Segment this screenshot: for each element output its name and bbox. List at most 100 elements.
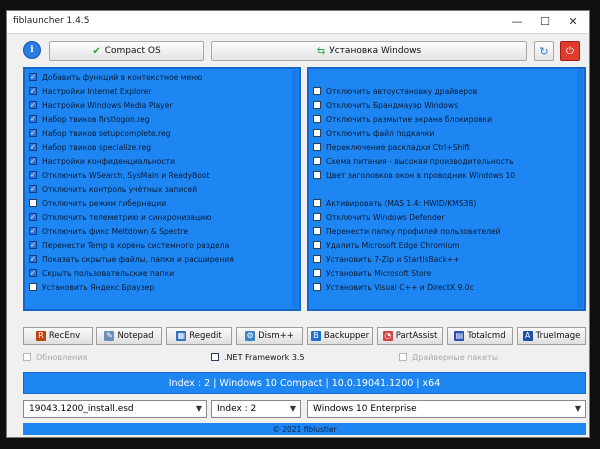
right-item[interactable]: Отключить Windows Defender <box>313 211 445 223</box>
left-item[interactable]: ✓ Настройки Internet Explorer <box>29 85 151 97</box>
checkbox-icon[interactable]: ✓ <box>29 143 37 151</box>
right-item[interactable]: Переключение раскладки Ctrl+Shift <box>313 141 470 153</box>
right-item[interactable]: Отключить файл подкачки <box>313 127 434 139</box>
checkbox-icon[interactable] <box>313 241 321 249</box>
checkbox-icon[interactable]: ✓ <box>29 255 37 263</box>
checkbox-icon[interactable]: ✓ <box>29 185 37 193</box>
checkbox-icon[interactable]: ✓ <box>29 101 37 109</box>
minimize-icon[interactable]: — <box>503 13 531 31</box>
right-scrollbar[interactable] <box>577 70 583 308</box>
left-item[interactable]: Отключить режим гибернации <box>29 197 166 209</box>
right-item[interactable]: Отключить размытие экрана блокировки <box>313 113 492 125</box>
totalcmd-button[interactable]: ▤ Totalcmd <box>447 327 513 345</box>
right-item[interactable]: Удалить Microsoft Edge Chromium <box>313 239 460 251</box>
checkbox-icon[interactable]: ✓ <box>29 157 37 165</box>
checkbox-icon[interactable] <box>313 115 321 123</box>
checkbox-icon[interactable] <box>313 171 321 179</box>
checkbox-icon[interactable]: ✓ <box>29 227 37 235</box>
right-item[interactable]: Цвет заголовков окон в проводник Windows… <box>313 169 515 181</box>
checkbox-icon[interactable] <box>211 353 219 361</box>
right-item[interactable]: Отключить Брандмауэр Windows <box>313 99 458 111</box>
checkbox-icon[interactable] <box>29 199 37 207</box>
info-button[interactable]: i <box>23 41 41 59</box>
left-item[interactable]: ✓ Настройки конфиденциальности <box>29 155 175 167</box>
install-icon: ⇆ <box>316 45 326 57</box>
checkbox-icon[interactable]: ✓ <box>29 87 37 95</box>
checkbox-icon[interactable] <box>313 283 321 291</box>
recenv-icon: R <box>35 331 46 341</box>
power-button[interactable]: ⏻ <box>560 41 580 61</box>
dism-button[interactable]: ⚙ Dism++ <box>236 327 303 345</box>
left-item[interactable]: ✓ Отключить контроль учётных записей <box>29 183 197 195</box>
checkbox-icon[interactable]: ✓ <box>29 241 37 249</box>
install-windows-button[interactable]: ⇆ Установка Windows <box>211 41 527 61</box>
checkbox-icon[interactable]: ✓ <box>29 73 37 81</box>
right-item[interactable]: Схема питания - высокая производительнос… <box>313 155 514 167</box>
checkbox-icon[interactable] <box>313 213 321 221</box>
checkbox-icon[interactable]: ✓ <box>29 269 37 277</box>
recenv-button[interactable]: R RecEnv <box>23 327 93 345</box>
checkmark-icon: ✔ <box>92 45 101 57</box>
checkbox-icon[interactable]: ✓ <box>29 213 37 221</box>
left-item[interactable]: ✓ Отключить фикс Meltdown & Spectre <box>29 225 188 237</box>
power-icon: ⏻ <box>566 45 574 57</box>
close-icon[interactable]: ✕ <box>559 13 587 31</box>
checkbox-icon[interactable] <box>313 157 321 165</box>
right-item[interactable]: Перенести папку профилей пользователей <box>313 225 501 237</box>
trueimage-icon: A <box>522 331 533 341</box>
notepad-icon: ✎ <box>104 331 115 341</box>
backupper-button[interactable]: B Backupper <box>307 327 373 345</box>
maximize-icon[interactable]: ☐ <box>531 13 559 31</box>
option-drivers[interactable]: Драйверные пакеты <box>399 351 498 363</box>
checkbox-icon[interactable] <box>399 353 407 361</box>
info-icon: i <box>30 45 34 55</box>
right-item[interactable]: Установить Visual C++ и DirectX 9.0c <box>313 281 474 293</box>
left-item[interactable]: ✓ Набор твиков firstlogon.reg <box>29 113 150 125</box>
option-netfx[interactable]: .NET Framework 3.5 <box>211 351 305 363</box>
partassist-button[interactable]: ◔ PartAssist <box>377 327 443 345</box>
left-item[interactable]: ✓ Перенести Temp в корень системного разд… <box>29 239 229 251</box>
chevron-down-icon: ▼ <box>289 404 296 413</box>
left-item[interactable]: ✓ Отключить телеметрию и синхронизацию <box>29 211 211 223</box>
checkbox-icon[interactable]: ✓ <box>29 171 37 179</box>
right-item[interactable]: Активировать (MAS 1.4: HWID/KMS38) <box>313 197 476 209</box>
checkbox-icon[interactable] <box>313 143 321 151</box>
checkbox-icon[interactable] <box>29 283 37 291</box>
right-item[interactable]: Установить 7-Zip и StartIsBack++ <box>313 253 460 265</box>
dism-icon: ⚙ <box>245 331 256 341</box>
left-item[interactable]: ✓ Набор твиков setupcomplete.reg <box>29 127 170 139</box>
left-item[interactable]: ✓ Показать скрытые файлы, папки и расшире… <box>29 253 234 265</box>
checkbox-icon[interactable] <box>313 255 321 263</box>
checkbox-icon[interactable] <box>313 87 321 95</box>
left-item[interactable]: ✓ Набор твиков specialize.reg <box>29 141 151 153</box>
notepad-button[interactable]: ✎ Notepad <box>96 327 162 345</box>
edition-select[interactable]: Windows 10 Enterprise ▼ <box>307 400 586 418</box>
checkbox-icon[interactable] <box>313 199 321 207</box>
left-item[interactable]: ✓ Отключить WSearch, SysMain и ReadyBoot <box>29 169 210 181</box>
right-item[interactable]: Отключить автоустановку драйверов <box>313 85 477 97</box>
index-select[interactable]: Index : 2 ▼ <box>211 400 301 418</box>
left-item[interactable]: ✓ Скрыть пользовательские папки <box>29 267 174 279</box>
option-updates[interactable]: Обновления <box>23 351 87 363</box>
checkbox-icon[interactable] <box>313 269 321 277</box>
tweaks-panel-left: ✓ Добавить функций в контекстное меню ✓ На… <box>23 67 301 311</box>
regedit-button[interactable]: ▦ Regedit <box>166 327 232 345</box>
footer-bar: © 2021 fiblustier <box>23 423 586 435</box>
checkbox-icon[interactable] <box>23 353 31 361</box>
right-item[interactable]: Установить Microsoft Store <box>313 267 431 279</box>
image-select[interactable]: 19043.1200_install.esd ▼ <box>23 400 207 418</box>
checkbox-icon[interactable]: ✓ <box>29 129 37 137</box>
checkbox-icon[interactable] <box>313 129 321 137</box>
checkbox-icon[interactable]: ✓ <box>29 115 37 123</box>
left-scrollbar[interactable] <box>292 70 298 308</box>
checkbox-icon[interactable] <box>313 227 321 235</box>
compact-os-label: Compact OS <box>104 46 161 56</box>
checkbox-icon[interactable] <box>313 101 321 109</box>
trueimage-button[interactable]: A TrueImage <box>517 327 586 345</box>
left-item[interactable]: ✓ Настройки Windows Media Player <box>29 99 172 111</box>
compact-os-button[interactable]: ✔ Compact OS <box>49 41 204 61</box>
chevron-down-icon: ▼ <box>574 404 581 413</box>
refresh-button[interactable]: ↻ <box>534 41 554 61</box>
left-item[interactable]: ✓ Добавить функций в контекстное меню <box>29 71 202 83</box>
left-item[interactable]: Установить Яндекс Браузер <box>29 281 154 293</box>
